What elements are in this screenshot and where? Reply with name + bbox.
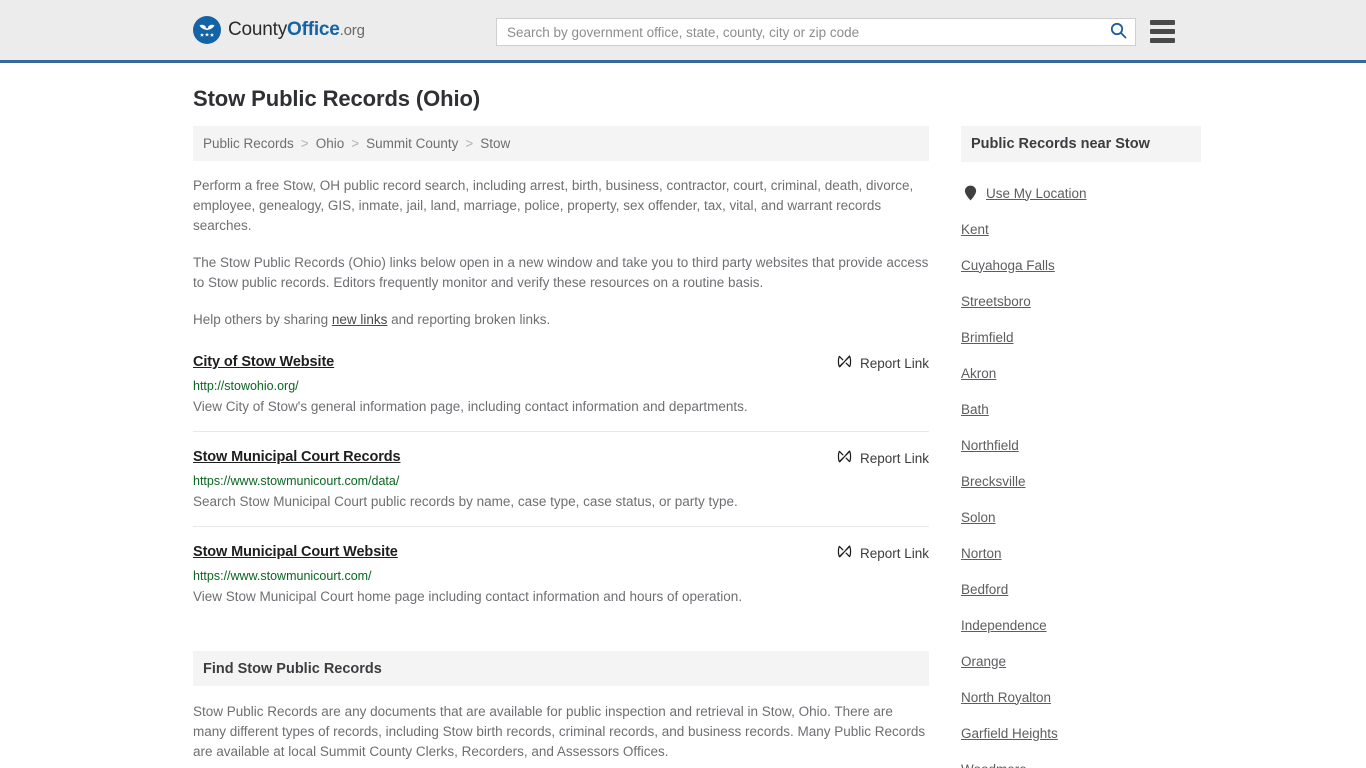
breadcrumb-separator: > <box>300 136 309 151</box>
site-logo[interactable]: CountyOffice.org <box>193 16 365 44</box>
sidebar-item-akron[interactable]: Akron <box>961 355 1201 391</box>
breadcrumb-item-public-records[interactable]: Public Records <box>203 136 294 151</box>
sidebar-item-label[interactable]: Kent <box>961 222 989 237</box>
report-link-button[interactable]: Report Link <box>837 447 929 467</box>
second-paragraph: The Stow Public Records (Ohio) links bel… <box>193 255 929 290</box>
sidebar-item-label[interactable]: Streetsboro <box>961 294 1031 309</box>
sidebar-item-independence[interactable]: Independence <box>961 607 1201 643</box>
sidebar: Public Records near Stow Use My Location… <box>961 86 1201 768</box>
breadcrumb-separator: > <box>465 136 474 151</box>
record-link-description: View Stow Municipal Court home page incl… <box>193 589 743 604</box>
site-logo-text: CountyOffice.org <box>228 19 365 41</box>
sidebar-item-garfield-heights[interactable]: Garfield Heights <box>961 715 1201 751</box>
sidebar-heading: Public Records near Stow <box>961 126 1201 162</box>
record-link-title[interactable]: City of Stow Website <box>193 352 334 372</box>
sidebar-item-label[interactable]: Brimfield <box>961 330 1014 345</box>
sidebar-item-northfield[interactable]: Northfield <box>961 427 1201 463</box>
report-link-label: Report Link <box>859 450 929 466</box>
intro-paragraph: Perform a free Stow, OH public record se… <box>193 178 914 233</box>
hamburger-menu-icon[interactable] <box>1150 20 1175 43</box>
breadcrumb-item-stow[interactable]: Stow <box>480 136 510 151</box>
nearby-records-list: Use My Location Kent Cuyahoga Falls Stre… <box>961 175 1201 768</box>
brand-part-county: County <box>228 19 288 40</box>
breadcrumb-separator: > <box>351 136 360 151</box>
broken-link-icon <box>837 354 852 372</box>
sidebar-item-label[interactable]: Norton <box>961 546 1002 561</box>
sidebar-item-bedford[interactable]: Bedford <box>961 571 1201 607</box>
sidebar-item-kent[interactable]: Kent <box>961 211 1201 247</box>
brand-part-office: Office <box>287 19 340 40</box>
list-item: Stow Municipal Court Website Report Link… <box>193 542 929 621</box>
sidebar-item-label[interactable]: Cuyahoga Falls <box>961 258 1055 273</box>
sidebar-item-label[interactable]: Woodmere <box>961 762 1027 768</box>
sidebar-item-cuyahoga-falls[interactable]: Cuyahoga Falls <box>961 247 1201 283</box>
sidebar-item-label[interactable]: North Royalton <box>961 690 1051 705</box>
help-suffix: and reporting broken links. <box>387 312 551 327</box>
sidebar-item-orange[interactable]: Orange <box>961 643 1201 679</box>
sidebar-item-brimfield[interactable]: Brimfield <box>961 319 1201 355</box>
breadcrumb: Public Records > Ohio > Summit County > … <box>193 126 929 161</box>
sidebar-item-label[interactable]: Akron <box>961 366 996 381</box>
sidebar-item-label[interactable]: Bath <box>961 402 989 417</box>
record-link-description: Search Stow Municipal Court public recor… <box>193 494 738 509</box>
record-link-url: https://www.stowmunicourt.com/data/ <box>193 474 400 488</box>
breadcrumb-item-ohio[interactable]: Ohio <box>316 136 345 151</box>
broken-link-icon <box>837 544 852 562</box>
hamburger-bar-2 <box>1150 29 1175 34</box>
sidebar-item-norton[interactable]: Norton <box>961 535 1201 571</box>
record-link-url: http://stowohio.org/ <box>193 379 299 393</box>
sidebar-item-label[interactable]: Independence <box>961 618 1047 633</box>
sidebar-item-label[interactable]: Use My Location <box>986 186 1087 201</box>
sidebar-item-brecksville[interactable]: Brecksville <box>961 463 1201 499</box>
find-records-paragraph: Stow Public Records are any documents th… <box>193 704 926 759</box>
sidebar-item-woodmere[interactable]: Woodmere <box>961 751 1201 768</box>
list-item: Stow Municipal Court Records Report Link… <box>193 447 929 527</box>
record-link-title[interactable]: Stow Municipal Court Website <box>193 542 398 562</box>
eagle-shield-logo-icon <box>193 16 221 44</box>
help-paragraph: Help others by sharing new links and rep… <box>193 310 929 330</box>
search-bar <box>496 18 1136 46</box>
sidebar-item-label[interactable]: Garfield Heights <box>961 726 1058 741</box>
main-content: Stow Public Records (Ohio) Public Record… <box>193 86 929 768</box>
search-input[interactable] <box>497 19 1101 45</box>
record-link-description: View City of Stow's general information … <box>193 399 748 414</box>
broken-link-icon <box>837 449 852 467</box>
search-button[interactable] <box>1101 19 1135 45</box>
sidebar-item-label[interactable]: Bedford <box>961 582 1008 597</box>
report-link-label: Report Link <box>859 355 929 371</box>
sidebar-item-bath[interactable]: Bath <box>961 391 1201 427</box>
breadcrumb-item-summit-county[interactable]: Summit County <box>366 136 458 151</box>
new-links-link[interactable]: new links <box>332 312 388 327</box>
report-link-button[interactable]: Report Link <box>837 352 929 372</box>
sidebar-item-use-my-location[interactable]: Use My Location <box>961 175 1201 211</box>
find-records-heading: Find Stow Public Records <box>193 651 929 686</box>
sidebar-item-north-royalton[interactable]: North Royalton <box>961 679 1201 715</box>
sidebar-item-label[interactable]: Northfield <box>961 438 1019 453</box>
list-item: City of Stow Website Report Link http://… <box>193 352 929 432</box>
help-prefix: Help others by sharing <box>193 312 332 327</box>
record-link-title[interactable]: Stow Municipal Court Records <box>193 447 401 467</box>
site-header: CountyOffice.org <box>0 0 1366 63</box>
report-link-label: Report Link <box>859 545 929 561</box>
sidebar-item-label[interactable]: Brecksville <box>961 474 1026 489</box>
sidebar-item-streetsboro[interactable]: Streetsboro <box>961 283 1201 319</box>
map-pin-icon <box>964 185 977 201</box>
sidebar-item-solon[interactable]: Solon <box>961 499 1201 535</box>
hamburger-bar-1 <box>1150 20 1175 25</box>
sidebar-item-label[interactable]: Solon <box>961 510 996 525</box>
report-link-button[interactable]: Report Link <box>837 542 929 562</box>
records-link-list: City of Stow Website Report Link http://… <box>193 352 929 621</box>
record-link-url: https://www.stowmunicourt.com/ <box>193 569 372 583</box>
page-container: Stow Public Records (Ohio) Public Record… <box>0 63 1366 768</box>
hamburger-bar-3 <box>1150 38 1175 43</box>
sidebar-item-label[interactable]: Orange <box>961 654 1006 669</box>
page-title: Stow Public Records (Ohio) <box>193 86 481 111</box>
search-icon <box>1110 22 1127 42</box>
brand-part-org: .org <box>339 22 365 39</box>
